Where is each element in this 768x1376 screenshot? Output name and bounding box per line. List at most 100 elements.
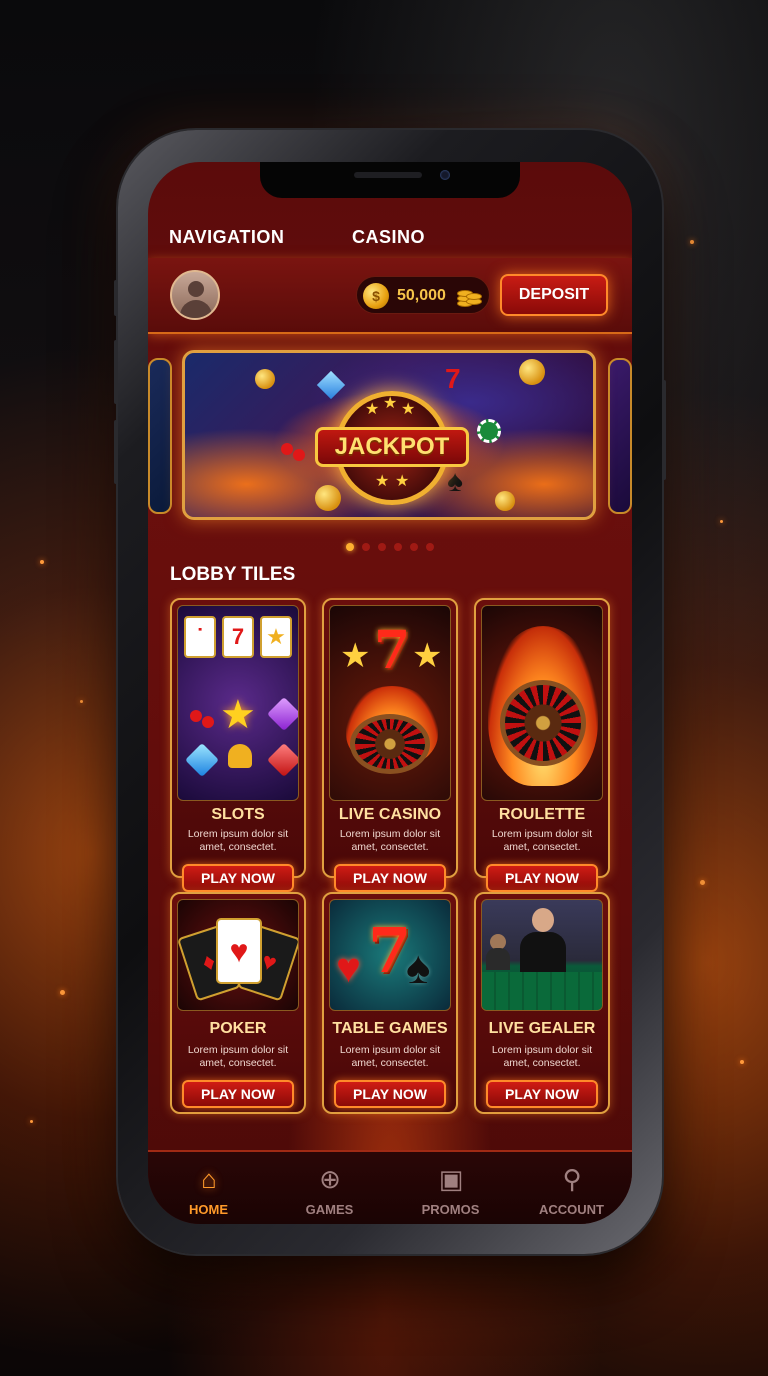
user-avatar-icon[interactable] [170,270,220,320]
star-icon: ★ [412,637,443,675]
play-now-button[interactable]: PLAY NOW [486,1080,598,1108]
user-icon: ⚲ [562,1164,582,1194]
roulette-wheel-icon [500,680,586,766]
page-dot[interactable] [426,543,434,551]
tab-promos[interactable]: ▣ PROMOS [390,1152,511,1224]
jackpot-banner[interactable]: ♠ 7 ★ ★ ★ JACKPOT ★ ★ [182,350,596,520]
tile-poker[interactable]: ♦ ♥ ♥ POKER Lorem ipsum dolor sit amet, … [170,892,306,1114]
section-title: LOBBY TILES [170,564,296,585]
phone-frame: NAVIGATION CASINO $ 50,000 DEPOSIT ♠ 7 ★… [114,130,666,1254]
seven-icon: 7 [374,620,411,681]
slots-art: ᐝ 7 ★ ★ [177,605,299,801]
diamond-icon [316,370,346,400]
diamond-icon [185,743,219,777]
coin-decoration [495,491,515,511]
gamepad-icon: ⊕ [319,1164,341,1194]
page-dot[interactable] [378,543,386,551]
tile-live-dealer[interactable]: LIVE GEALER Lorem ipsum dolor sit amet, … [474,892,610,1114]
seven-reel: 7 [222,616,254,658]
roulette-wheel-icon [350,714,430,774]
power-button [662,380,666,480]
gift-icon: ▣ [438,1164,464,1194]
silent-switch [114,280,118,316]
tile-slots[interactable]: ᐝ 7 ★ ★ SLOTS Lorem ipsum dolor sit amet… [170,598,306,892]
ember [740,1060,744,1064]
tile-title: LIVE GEALER [488,1020,596,1037]
star-icon: ★ [395,473,410,490]
dealer-head [532,908,554,932]
cherry-icon [281,443,293,455]
purple-gem-icon [267,697,298,731]
tab-label: GAMES [305,1202,354,1217]
volume-down-button [114,420,118,484]
tile-description: Lorem ipsum dolor sit amet, consectet. [491,828,593,853]
page-dot[interactable] [410,543,418,551]
bell-icon [228,744,252,768]
roulette-art [481,605,603,801]
prev-banner[interactable] [148,358,172,514]
tab-account[interactable]: ⚲ ACCOUNT [511,1152,632,1224]
deposit-button[interactable]: DEPOSIT [500,274,608,316]
top-navigation: NAVIGATION CASINO [148,222,632,254]
tab-label: HOME [189,1202,228,1217]
tile-title: LIVE CASINO [338,806,442,823]
play-now-button[interactable]: PLAY NOW [182,1080,294,1108]
table-games-art: ♥ 7 ♠ [329,899,451,1011]
app-title: CASINO [352,227,426,247]
tile-title: SLOTS [211,806,265,823]
tile-live-casino[interactable]: ★ 7 ★ LIVE CASINO Lorem ipsum dolor sit … [322,598,458,892]
tile-description: Lorem ipsum dolor sit amet, consectet. [339,1044,441,1069]
cherry-reel: ᐝ [184,616,216,658]
coin-decoration [519,359,545,385]
poker-chip-icon [477,419,501,443]
next-banner[interactable] [608,358,632,514]
page-dot[interactable] [394,543,402,551]
player-body [486,948,510,970]
poker-art: ♦ ♥ ♥ [177,899,299,1011]
cherry-icon [190,710,202,722]
star-icon: ★ [365,401,380,418]
tab-home[interactable]: ⌂ HOME [148,1152,269,1224]
ember [40,560,44,564]
tile-description: Lorem ipsum dolor sit amet, consectet. [339,828,441,853]
star-icon: ★ [383,395,398,412]
speaker [354,172,422,178]
notch [260,162,520,198]
spade-icon: ♠ [447,465,463,498]
tile-description: Lorem ipsum dolor sit amet, consectet. [187,1044,289,1069]
spade-icon: ♠ [406,941,431,993]
page-dot[interactable] [362,543,370,551]
ember [30,1120,33,1123]
play-now-button[interactable]: PLAY NOW [486,864,598,892]
live-dealer-art [481,899,603,1011]
jackpot-title: JACKPOT [315,427,469,467]
nav-label: NAVIGATION [169,227,285,247]
coin-stack-icon [457,284,483,308]
tile-description: Lorem ipsum dolor sit amet, consectet. [187,828,289,853]
cherry-icon [202,716,214,728]
star-reel: ★ [260,616,292,658]
ember [720,520,723,523]
account-header: $ 50,000 DEPOSIT [148,258,632,334]
app-screen: NAVIGATION CASINO $ 50,000 DEPOSIT ♠ 7 ★… [148,162,632,1224]
tile-table-games[interactable]: ♥ 7 ♠ TABLE GAMES Lorem ipsum dolor sit … [322,892,458,1114]
play-now-button[interactable]: PLAY NOW [182,864,294,892]
ember [60,990,65,995]
page-dot-active[interactable] [346,543,354,551]
avatar-body [180,300,212,318]
home-icon: ⌂ [201,1164,217,1194]
tile-roulette[interactable]: ROULETTE Lorem ipsum dolor sit amet, con… [474,598,610,892]
bottom-tab-bar: ⌂ HOME ⊕ GAMES ▣ PROMOS ⚲ ACCOUNT [148,1150,632,1224]
ember [80,700,83,703]
card-table [482,972,602,1010]
tab-games[interactable]: ⊕ GAMES [269,1152,390,1224]
star-icon: ★ [340,637,371,675]
coin-icon: $ [363,283,389,309]
tab-label: PROMOS [421,1202,480,1217]
promo-carousel[interactable]: ♠ 7 ★ ★ ★ JACKPOT ★ ★ [148,350,632,524]
star-icon: ★ [401,401,416,418]
play-now-button[interactable]: PLAY NOW [334,864,446,892]
front-camera [440,170,450,180]
coin-decoration [315,485,341,511]
play-now-button[interactable]: PLAY NOW [334,1080,446,1108]
